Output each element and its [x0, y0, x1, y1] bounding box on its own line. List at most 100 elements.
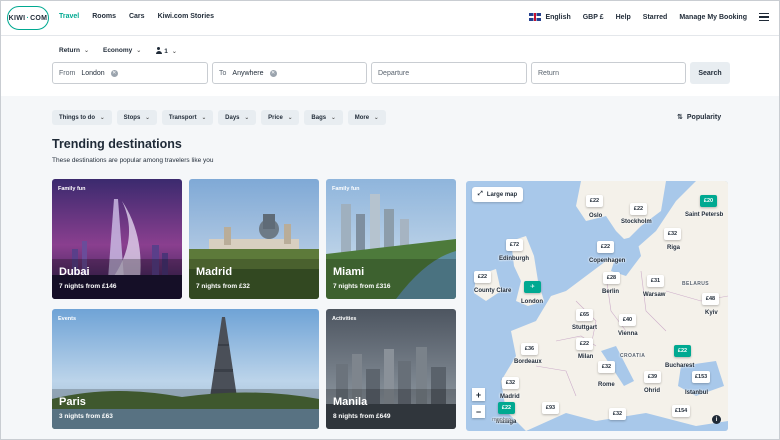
- uk-flag-icon: [529, 13, 542, 21]
- map-country-label: CROATIA: [620, 353, 646, 359]
- chevron-down-icon: ⌄: [171, 49, 177, 55]
- passengers-select[interactable]: 1 ⌄: [155, 47, 177, 55]
- filter-more[interactable]: More ⌄: [347, 110, 386, 125]
- plane-icon: ✈: [530, 284, 535, 290]
- map-city-label: County Clare: [474, 288, 512, 294]
- map-price-pin[interactable]: £154: [672, 405, 691, 417]
- nav-stories[interactable]: Kiwi.com Stories: [158, 13, 214, 20]
- filter-label: Transport: [168, 114, 197, 121]
- to-value: Anywhere: [232, 69, 264, 77]
- map-price-pin[interactable]: £40: [619, 314, 636, 326]
- trip-type-select[interactable]: Return ⌄: [59, 47, 89, 55]
- london-origin-pin[interactable]: ✈: [524, 281, 541, 293]
- to-field[interactable]: To Anywhere ✕: [212, 62, 367, 84]
- card-tag: Family fun: [58, 186, 86, 192]
- map-price-pin[interactable]: £22: [630, 203, 647, 215]
- map-price-pin[interactable]: £153: [692, 371, 711, 383]
- map-price-pin[interactable]: £36: [521, 343, 538, 355]
- map-price-pin[interactable]: £28: [603, 272, 620, 284]
- results-area: Things to do ⌄ Stops ⌄ Transport ⌄ Days ⌄ Pr…: [1, 96, 779, 439]
- browser-page: KIWI · COM Travel Rooms Cars Kiwi.com St…: [0, 0, 780, 440]
- map-price-pin[interactable]: £39: [644, 371, 661, 383]
- manage-booking-link[interactable]: Manage My Booking: [679, 14, 747, 21]
- map-price-pin[interactable]: £32: [502, 377, 519, 389]
- map-city-label: Stockholm: [621, 219, 652, 225]
- card-price: 3 nights from £63: [59, 413, 113, 420]
- map-price-pin[interactable]: £93: [542, 402, 559, 414]
- filter-bags[interactable]: Bags ⌄: [304, 110, 343, 125]
- filter-days[interactable]: Days ⌄: [218, 110, 257, 125]
- map-price-pin[interactable]: £22: [597, 241, 614, 253]
- card-price: 7 nights from £146: [59, 283, 117, 290]
- paris-photo: [52, 309, 319, 429]
- filter-label: More: [354, 114, 370, 121]
- from-field[interactable]: From London ✕: [52, 62, 208, 84]
- map-price-pin[interactable]: £31: [647, 275, 664, 287]
- kiwi-logo[interactable]: KIWI · COM: [7, 6, 49, 30]
- filter-label: Days: [225, 114, 240, 121]
- map-city-label: Istanbul: [685, 390, 709, 396]
- map-price-pin[interactable]: £32: [664, 228, 681, 240]
- currency-selector[interactable]: GBP £: [583, 14, 604, 21]
- map-price-pin[interactable]: £22: [474, 271, 491, 283]
- filter-things-to-do[interactable]: Things to do ⌄: [52, 110, 112, 125]
- map-price-pin[interactable]: £20: [700, 195, 717, 207]
- large-map-label: Large map: [486, 191, 518, 198]
- filter-transport[interactable]: Transport ⌄: [161, 110, 214, 125]
- miami-photo: [326, 179, 456, 299]
- map-city-label: Ohrid: [644, 388, 660, 394]
- destination-card-dubai[interactable]: Family fun Dubai 7 nights from £146: [52, 179, 182, 299]
- filter-bar: Things to do ⌄ Stops ⌄ Transport ⌄ Days ⌄ Pr…: [52, 110, 386, 125]
- destinations-map[interactable]: ⤢ Large map £22 £20 £22 £72 £32 £22 £22 …: [466, 181, 728, 431]
- card-price: 7 nights from £316: [333, 283, 391, 290]
- chevron-down-icon: ⌄: [244, 114, 250, 121]
- map-price-pin[interactable]: £22: [586, 195, 603, 207]
- map-price-pin[interactable]: £48: [702, 293, 719, 305]
- map-price-pin[interactable]: £32: [609, 408, 626, 420]
- starred-link[interactable]: Starred: [643, 14, 668, 21]
- destination-card-manila[interactable]: Activities Manila 8 nights from £649: [326, 309, 456, 429]
- trip-type-value: Return: [59, 47, 80, 54]
- madrid-photo: [189, 179, 319, 299]
- cabin-class-select[interactable]: Economy ⌄: [103, 47, 141, 55]
- filter-price[interactable]: Price ⌄: [261, 110, 300, 125]
- return-field[interactable]: Return: [531, 62, 686, 84]
- filter-stops[interactable]: Stops ⌄: [116, 110, 157, 125]
- map-city-label: Copenhagen: [589, 258, 626, 264]
- map-price-pin[interactable]: £22: [498, 402, 515, 414]
- search-button[interactable]: Search: [690, 62, 730, 84]
- manila-photo: [326, 309, 456, 429]
- map-price-pin[interactable]: £65: [576, 309, 593, 321]
- zoom-out-button[interactable]: −: [472, 405, 485, 418]
- map-price-pin[interactable]: £72: [506, 239, 523, 251]
- destination-card-paris[interactable]: Events Paris 3 nights from £63: [52, 309, 319, 429]
- map-price-pin[interactable]: £32: [598, 361, 615, 373]
- sort-selector[interactable]: ⇅ Popularity: [677, 113, 721, 122]
- nav-cars[interactable]: Cars: [129, 13, 145, 20]
- destination-card-miami[interactable]: Family fun Miami 7 nights from £316: [326, 179, 456, 299]
- map-city-label: Bordeaux: [514, 359, 542, 365]
- info-icon[interactable]: i: [712, 415, 721, 424]
- zoom-in-button[interactable]: +: [472, 388, 485, 401]
- language-selector[interactable]: English: [529, 13, 571, 21]
- search-options: Return ⌄ Economy ⌄ 1 ⌄: [59, 47, 177, 55]
- nav-travel[interactable]: Travel: [59, 13, 79, 20]
- map-city-label: Bucharest: [665, 363, 695, 369]
- passengers-value: 1: [164, 48, 168, 55]
- destination-card-madrid[interactable]: Madrid 7 nights from £32: [189, 179, 319, 299]
- departure-field[interactable]: Departure: [371, 62, 527, 84]
- map-price-pin[interactable]: £22: [576, 338, 593, 350]
- clear-icon[interactable]: ✕: [269, 69, 277, 77]
- map-price-pin[interactable]: £22: [674, 345, 691, 357]
- map-city-label: Oslo: [589, 213, 603, 219]
- hamburger-menu-icon[interactable]: [759, 13, 769, 21]
- help-link[interactable]: Help: [616, 14, 631, 21]
- clear-icon[interactable]: ✕: [110, 69, 118, 77]
- section-title: Trending destinations: [52, 137, 182, 151]
- nav-rooms[interactable]: Rooms: [92, 13, 116, 20]
- language-label: English: [545, 13, 571, 21]
- section-subtitle: These destinations are popular among tra…: [52, 157, 214, 164]
- large-map-button[interactable]: ⤢ Large map: [472, 187, 524, 202]
- chevron-down-icon: ⌄: [287, 114, 293, 121]
- map-city-label: Saint Petersb: [685, 212, 724, 218]
